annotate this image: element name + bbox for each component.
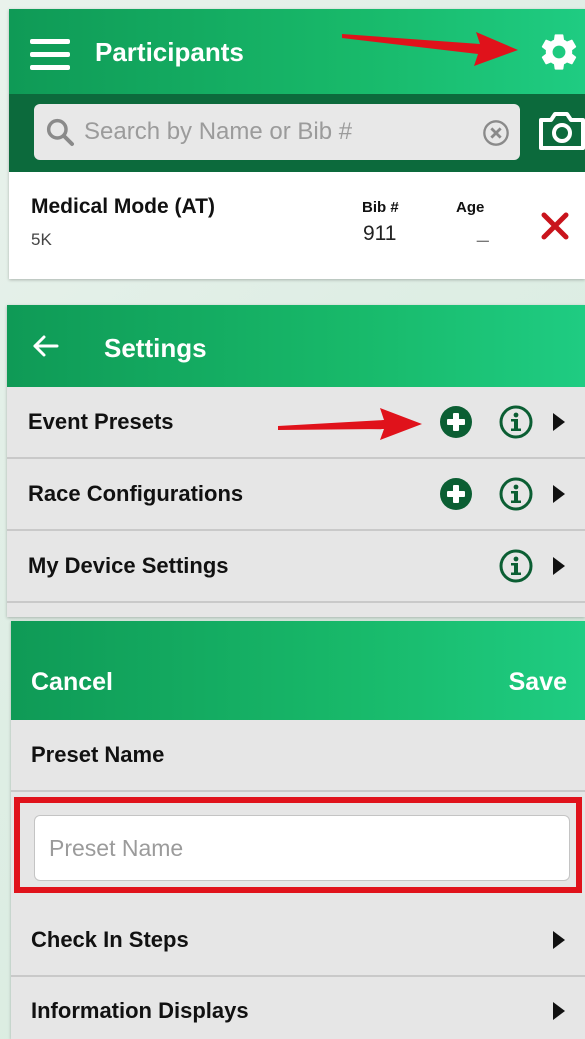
close-icon[interactable] (539, 210, 571, 242)
plus-circle-icon[interactable] (439, 405, 473, 439)
list-item-information-displays[interactable]: Information Displays (11, 976, 585, 1039)
preset-form-panel: Cancel Save Preset Name Check In Steps I… (11, 621, 585, 1039)
search-icon (46, 118, 74, 146)
settings-row-label: Race Configurations (28, 481, 244, 506)
settings-panel: Settings Event Presets Race Configuratio… (7, 305, 585, 617)
highlight-box (14, 797, 582, 893)
triangle-right-icon[interactable] (551, 1001, 567, 1021)
info-icon[interactable] (499, 477, 533, 511)
page-title: Participants (95, 37, 244, 67)
participant-name: Medical Mode (AT) (31, 195, 215, 218)
search-bar: Search by Name or Bib # (9, 94, 585, 172)
age-header: Age (456, 199, 485, 216)
camera-icon[interactable] (535, 108, 585, 152)
triangle-right-icon[interactable] (551, 412, 567, 432)
participant-row[interactable]: Medical Mode (AT) 5K Bib # 911 Age _ (9, 172, 585, 279)
back-arrow-icon[interactable] (31, 333, 61, 359)
annotation-arrow-plus (278, 408, 422, 440)
age-value: _ (477, 220, 489, 243)
search-input[interactable]: Search by Name or Bib # (34, 104, 520, 160)
bib-header: Bib # (362, 199, 399, 216)
settings-header: Settings (7, 305, 585, 387)
info-icon[interactable] (499, 405, 533, 439)
preset-form-header: Cancel Save (11, 621, 585, 720)
list-item-label: Information Displays (31, 998, 249, 1023)
save-button[interactable]: Save (509, 668, 567, 697)
clear-icon[interactable] (482, 119, 510, 147)
settings-row-label: My Device Settings (28, 553, 229, 578)
participant-event: 5K (31, 230, 52, 249)
search-placeholder: Search by Name or Bib # (84, 118, 353, 145)
triangle-right-icon[interactable] (551, 556, 567, 576)
triangle-right-icon[interactable] (551, 484, 567, 504)
list-item-check-in-steps[interactable]: Check In Steps (11, 905, 585, 977)
info-icon[interactable] (499, 549, 533, 583)
triangle-right-icon[interactable] (551, 930, 567, 950)
cancel-button[interactable]: Cancel (31, 668, 113, 697)
list-item-label: Check In Steps (31, 927, 189, 952)
gear-icon[interactable] (537, 30, 581, 74)
preset-name-header-row: Preset Name (11, 720, 585, 792)
settings-row-race-configurations[interactable]: Race Configurations (7, 459, 585, 531)
preset-name-input[interactable] (34, 815, 570, 881)
settings-row-my-device-settings[interactable]: My Device Settings (7, 531, 585, 603)
preset-name-header: Preset Name (31, 742, 165, 767)
hamburger-icon[interactable] (30, 39, 70, 70)
annotation-arrow-gear (342, 32, 518, 66)
bib-value: 911 (363, 222, 397, 245)
plus-circle-icon[interactable] (439, 477, 473, 511)
settings-row-label: Event Presets (28, 409, 174, 434)
page-title: Settings (104, 333, 207, 363)
